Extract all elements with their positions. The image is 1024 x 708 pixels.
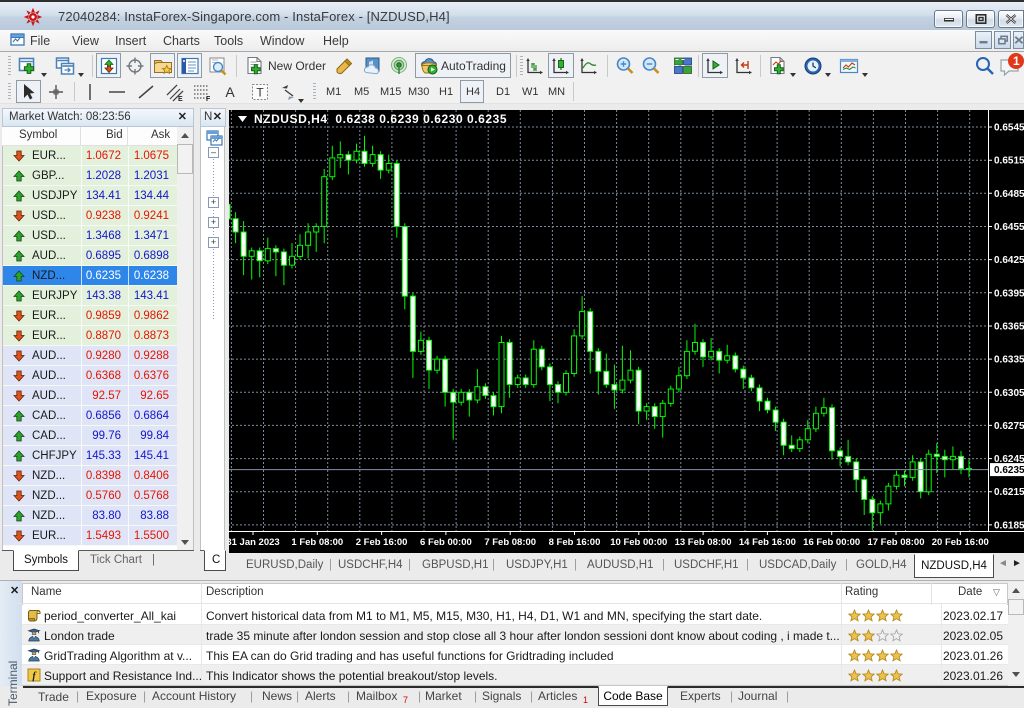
svg-text:0.6215: 0.6215 <box>994 487 1024 498</box>
svg-text:0.6455: 0.6455 <box>994 222 1024 233</box>
svg-text:31 Jan 2023: 31 Jan 2023 <box>228 537 280 548</box>
svg-text:T: T <box>256 86 264 100</box>
svg-text:0.6365: 0.6365 <box>994 322 1024 333</box>
svg-text:0.6515: 0.6515 <box>994 156 1024 167</box>
svg-text:0.6235: 0.6235 <box>994 465 1024 476</box>
svg-text:0.6395: 0.6395 <box>994 288 1024 299</box>
svg-text:20 Feb 16:00: 20 Feb 16:00 <box>932 537 989 548</box>
svg-text:14 Feb 16:00: 14 Feb 16:00 <box>739 537 796 548</box>
svg-text:NZDUSD,H4 0.6238 0.6239 0.623: NZDUSD,H4 0.6238 0.6239 0.6230 0.6235 <box>254 112 507 126</box>
svg-text:6 Feb 00:00: 6 Feb 00:00 <box>420 537 472 548</box>
svg-text:0.6545: 0.6545 <box>994 123 1024 134</box>
svg-text:16 Feb 00:00: 16 Feb 00:00 <box>803 537 860 548</box>
svg-text:10 Feb 00:00: 10 Feb 00:00 <box>610 537 667 548</box>
svg-text:1 Feb 08:00: 1 Feb 08:00 <box>291 537 343 548</box>
svg-text:17 Feb 08:00: 17 Feb 08:00 <box>867 537 924 548</box>
svg-text:E: E <box>178 96 183 102</box>
svg-text:2 Feb 16:00: 2 Feb 16:00 <box>356 537 408 548</box>
svg-text:13 Feb 08:00: 13 Feb 08:00 <box>675 537 732 548</box>
svg-text:F: F <box>206 96 211 102</box>
svg-text:0.6185: 0.6185 <box>994 520 1024 531</box>
svg-text:8 Feb 16:00: 8 Feb 16:00 <box>549 537 601 548</box>
svg-text:7 Feb 08:00: 7 Feb 08:00 <box>484 537 536 548</box>
svg-text:A: A <box>225 84 235 100</box>
svg-text:0.6425: 0.6425 <box>994 255 1024 266</box>
svg-text:0.6305: 0.6305 <box>994 388 1024 399</box>
svg-text:0.6275: 0.6275 <box>994 421 1024 432</box>
svg-text:0.6485: 0.6485 <box>994 189 1024 200</box>
svg-text:0.6335: 0.6335 <box>994 355 1024 366</box>
